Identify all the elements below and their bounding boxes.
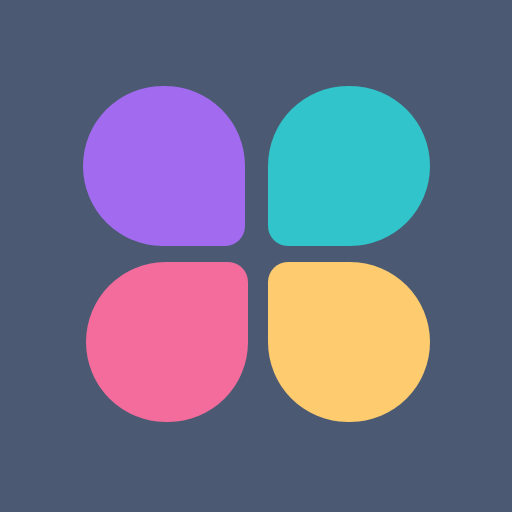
app-icon-canvas — [0, 0, 512, 512]
purple-petal — [83, 86, 245, 246]
four-petal-logo-icon — [0, 0, 512, 512]
teal-petal — [268, 86, 430, 246]
pink-petal — [86, 262, 248, 422]
yellow-petal — [268, 262, 430, 422]
